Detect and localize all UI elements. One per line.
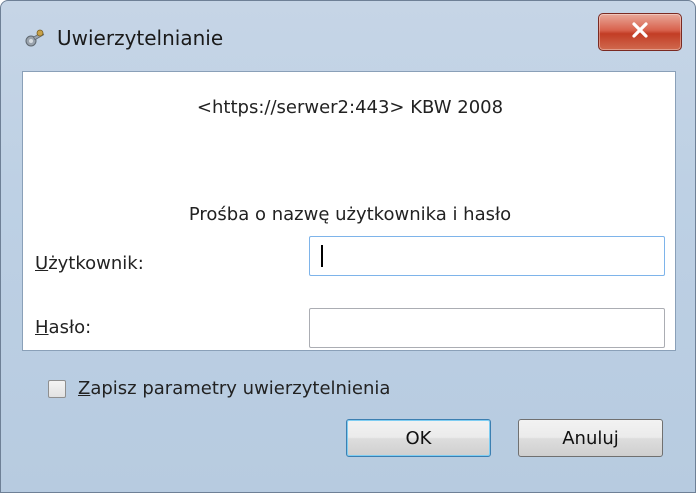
- text-caret: [321, 245, 323, 267]
- ok-button[interactable]: OK: [346, 419, 491, 457]
- server-realm-text: <https://serwer2:443> KBW 2008: [196, 97, 504, 118]
- password-label-text: asło:: [48, 317, 92, 338]
- username-input[interactable]: [309, 236, 665, 276]
- username-label: Użytkownik:: [35, 253, 144, 274]
- keys-icon: [23, 27, 47, 51]
- username-label-text: żytkownik:: [48, 253, 144, 274]
- password-label-accel: H: [35, 317, 49, 338]
- password-label: Hasło:: [35, 317, 91, 338]
- credentials-panel: <https://serwer2:443> KBW 2008 Prośba o …: [22, 71, 676, 351]
- username-label-accel: U: [35, 253, 49, 274]
- auth-dialog-window: Uwierzytelnianie <https://serwer2:443> K…: [0, 0, 696, 493]
- password-input[interactable]: [309, 308, 665, 348]
- remember-label-text: apisz parametry uwierzytelnienia: [90, 378, 391, 399]
- credentials-prompt-text: Prośba o nazwę użytkownika i hasło: [188, 204, 512, 225]
- title-bar[interactable]: Uwierzytelnianie: [1, 1, 695, 63]
- close-icon: [631, 22, 649, 42]
- remember-credentials-label[interactable]: Zapisz parametry uwierzytelnienia: [78, 378, 390, 399]
- remember-label-accel: Z: [78, 378, 91, 399]
- window-title: Uwierzytelnianie: [57, 26, 224, 50]
- cancel-button[interactable]: Anuluj: [518, 419, 663, 457]
- close-button[interactable]: [598, 13, 682, 51]
- remember-credentials-checkbox[interactable]: [48, 380, 66, 398]
